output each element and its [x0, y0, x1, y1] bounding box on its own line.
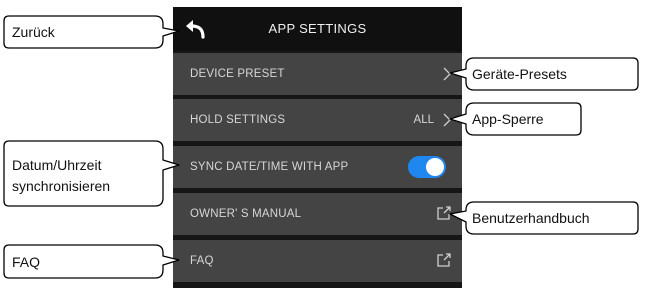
- callout-manual-text: Benutzerhandbuch: [472, 210, 590, 226]
- callout-sync-text-line1: Datum/Uhrzeit: [12, 157, 102, 173]
- callout-layer: [3, 15, 639, 279]
- callout-device-preset-text: Geräte-Presets: [472, 66, 567, 82]
- callout-faq-text: FAQ: [12, 254, 41, 270]
- callout-hold-settings-text: App-Sperre: [472, 111, 544, 127]
- callout-back-text: Zurück: [12, 24, 55, 40]
- callout-sync-text-line2: synchronisieren: [12, 178, 111, 194]
